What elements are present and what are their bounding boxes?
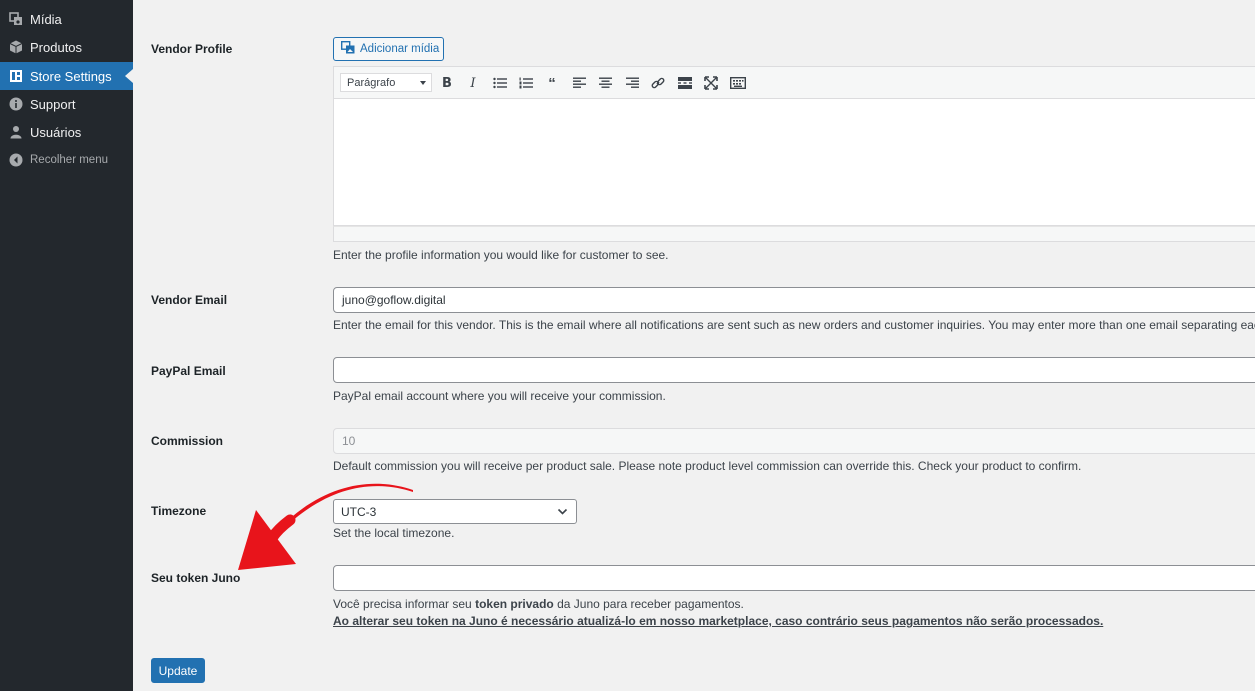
format-select[interactable]: Parágrafo bbox=[340, 73, 432, 92]
sidebar-item-label: Support bbox=[30, 96, 76, 112]
vendor-profile-label: Vendor Profile bbox=[151, 42, 233, 56]
italic-icon[interactable]: I bbox=[465, 75, 481, 91]
fullscreen-icon[interactable] bbox=[703, 75, 719, 91]
sidebar-item-products[interactable]: Produtos bbox=[0, 33, 133, 61]
vendor-email-description: Enter the email for this vendor. This is… bbox=[333, 318, 1255, 332]
editor-statusbar bbox=[333, 226, 1255, 242]
sidebar-item-label: Store Settings bbox=[30, 68, 112, 84]
vendor-email-value: juno@goflow.digital bbox=[342, 293, 446, 307]
info-icon bbox=[9, 97, 23, 111]
sidebar-item-support[interactable]: Support bbox=[0, 90, 133, 118]
vendor-profile-editor[interactable] bbox=[333, 99, 1255, 226]
vendor-profile-description: Enter the profile information you would … bbox=[333, 248, 669, 262]
vendor-email-field[interactable]: juno@goflow.digital bbox=[333, 287, 1255, 313]
sidebar-item-label: Produtos bbox=[30, 39, 83, 55]
paypal-email-label: PayPal Email bbox=[151, 364, 226, 378]
sidebar-item-store-settings[interactable]: Store Settings bbox=[0, 62, 133, 90]
bold-icon[interactable]: B bbox=[439, 75, 455, 91]
juno-token-label: Seu token Juno bbox=[151, 571, 241, 585]
juno-token-desc-prefix: Você precisa informar seu bbox=[333, 597, 476, 611]
numbered-list-icon[interactable] bbox=[518, 75, 534, 91]
timezone-label: Timezone bbox=[151, 504, 207, 518]
chevron-down-icon bbox=[420, 81, 426, 85]
commission-label: Commission bbox=[151, 434, 224, 448]
juno-token-description: Você precisa informar seu token privado … bbox=[333, 597, 744, 611]
add-media-button[interactable]: Adicionar mídia bbox=[333, 37, 444, 61]
toolbar-toggle-icon[interactable] bbox=[730, 75, 746, 91]
sidebar-item-media[interactable]: Mídia bbox=[0, 5, 133, 33]
sidebar-item-users[interactable]: Usuários bbox=[0, 118, 133, 146]
store-settings-icon bbox=[9, 69, 23, 83]
paypal-email-field[interactable] bbox=[333, 357, 1255, 383]
align-left-icon[interactable] bbox=[571, 75, 587, 91]
read-more-icon[interactable] bbox=[677, 75, 693, 91]
products-icon bbox=[9, 40, 23, 54]
juno-token-warning: Ao alterar seu token na Juno é necessári… bbox=[333, 614, 1104, 628]
collapse-arrow-icon bbox=[9, 153, 23, 167]
juno-token-field[interactable] bbox=[333, 565, 1255, 591]
collapse-menu-button[interactable]: Recolher menu bbox=[0, 146, 133, 174]
sidebar-item-label: Mídia bbox=[30, 11, 62, 27]
commission-field: 10 bbox=[333, 428, 1255, 454]
red-arrow-annotation bbox=[238, 483, 413, 570]
editor-toolbar: Parágrafo B I “ bbox=[333, 66, 1255, 99]
add-media-label: Adicionar mídia bbox=[360, 43, 440, 55]
juno-token-desc-suffix: da Juno para receber pagamentos. bbox=[553, 597, 744, 611]
commission-description: Default commission you will receive per … bbox=[333, 459, 1082, 473]
collapse-menu-label: Recolher menu bbox=[30, 154, 108, 166]
vendor-email-label: Vendor Email bbox=[151, 293, 228, 307]
chevron-down-icon bbox=[557, 506, 568, 520]
bulleted-list-icon[interactable] bbox=[492, 75, 508, 91]
media-icon bbox=[9, 12, 23, 26]
align-center-icon[interactable] bbox=[597, 75, 613, 91]
link-icon[interactable] bbox=[650, 75, 666, 91]
align-right-icon[interactable] bbox=[624, 75, 640, 91]
commission-value: 10 bbox=[342, 434, 356, 448]
paypal-email-description: PayPal email account where you will rece… bbox=[333, 389, 666, 403]
add-media-icon bbox=[340, 40, 355, 57]
users-icon bbox=[9, 125, 23, 139]
update-button[interactable]: Update bbox=[151, 658, 205, 683]
format-select-value: Parágrafo bbox=[347, 76, 396, 89]
sidebar-item-label: Usuários bbox=[30, 124, 82, 140]
juno-token-desc-bold: token privado bbox=[475, 597, 554, 611]
blockquote-icon[interactable]: “ bbox=[544, 75, 560, 92]
admin-sidebar: Mídia Produtos Store Settings Support Us… bbox=[0, 0, 133, 691]
